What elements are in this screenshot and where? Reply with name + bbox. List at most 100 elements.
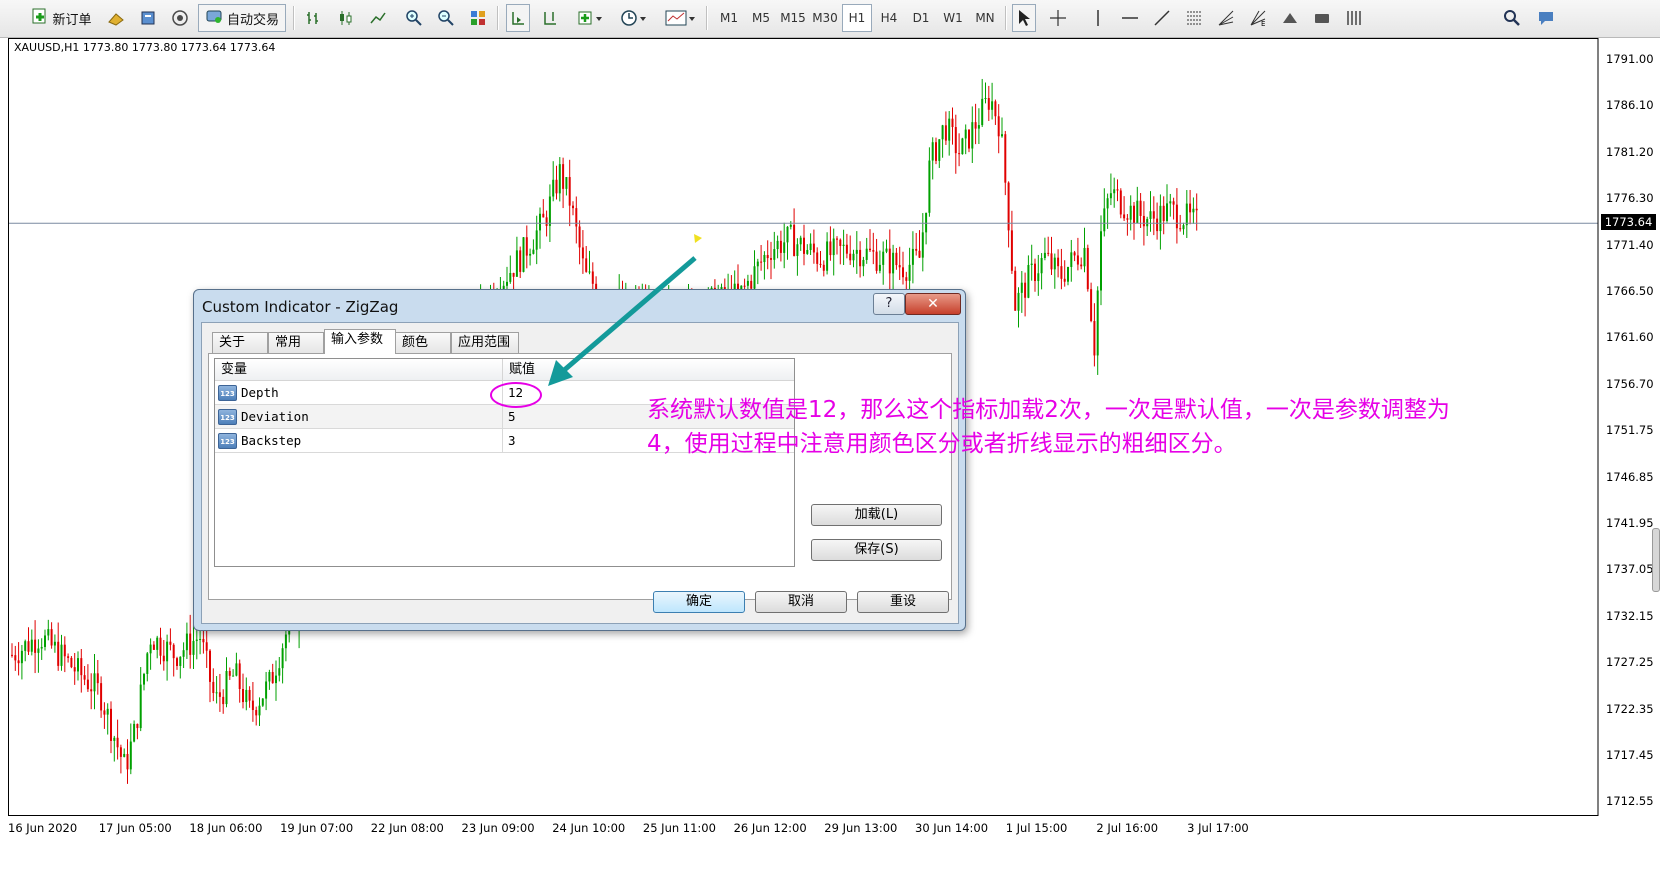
candle-body <box>1175 204 1178 229</box>
candle-body <box>199 638 202 640</box>
candle-body <box>1106 198 1109 209</box>
candle-body <box>63 644 66 657</box>
candle-body <box>24 641 27 651</box>
dialog-title: Custom Indicator - ZigZag <box>202 298 399 316</box>
candle-body <box>1043 252 1046 258</box>
tab-visualization[interactable]: 应用范围 <box>451 332 519 353</box>
candle-body <box>591 271 594 284</box>
candle-body <box>149 644 152 654</box>
candle-body <box>548 196 551 226</box>
help-button[interactable]: ? <box>873 293 905 315</box>
candle-body <box>753 266 756 289</box>
candle-body <box>746 280 749 286</box>
candle-body <box>766 254 769 259</box>
candle-body <box>70 657 73 668</box>
candle-body <box>143 673 145 685</box>
candle-body <box>1100 231 1102 291</box>
time-axis-label: 26 Jun 12:00 <box>733 821 807 835</box>
candle-body <box>1024 282 1027 298</box>
candle-body <box>1146 218 1149 227</box>
candle-body <box>578 226 581 248</box>
candle-body <box>232 675 235 677</box>
time-axis-label: 3 Jul 17:00 <box>1187 821 1249 835</box>
price-axis-label: 1776.30 <box>1606 191 1654 206</box>
candle-body <box>529 253 532 256</box>
tab-common[interactable]: 常用 <box>268 332 324 353</box>
time-axis-label: 25 Jun 11:00 <box>642 821 716 835</box>
candle-body <box>1103 208 1106 232</box>
candle-body <box>872 250 875 252</box>
candle-body <box>268 671 271 682</box>
column-header-value[interactable]: 赋值 <box>503 359 794 381</box>
candle-body <box>816 252 819 264</box>
candle-body <box>1166 203 1168 221</box>
candle-body <box>793 224 796 256</box>
price-axis-label: 1781.20 <box>1606 144 1654 159</box>
param-value[interactable]: 3 <box>508 429 516 453</box>
candle-body <box>1014 270 1017 311</box>
candle-body <box>159 637 162 656</box>
candle-body <box>162 655 165 662</box>
candle-body <box>86 679 89 690</box>
candle-body <box>997 116 1000 137</box>
column-header-variable[interactable]: 变量 <box>215 359 503 381</box>
candle-body <box>974 122 977 129</box>
candle-body <box>773 249 776 260</box>
candle-body <box>100 683 103 711</box>
candle-body <box>789 224 792 227</box>
tab-about[interactable]: 关于 <box>212 332 268 353</box>
candle-body <box>905 277 908 281</box>
candle-body <box>750 280 753 289</box>
candle-body <box>1123 214 1126 219</box>
candle-body <box>44 635 46 647</box>
candle-body <box>136 723 139 729</box>
reset-button[interactable]: 重设 <box>857 591 949 613</box>
candle-body <box>53 641 56 646</box>
candle-body <box>1142 215 1145 227</box>
candle-body <box>1037 273 1040 282</box>
candle-body <box>918 250 921 258</box>
tab-input-parameters[interactable]: 输入参数 <box>324 329 396 354</box>
time-axis-label: 23 Jun 09:00 <box>461 821 535 835</box>
tab-colors[interactable]: 颜色 <box>395 332 451 353</box>
candle-body <box>152 644 155 650</box>
candle-body <box>581 247 584 259</box>
candle-body <box>545 217 548 226</box>
cancel-button[interactable]: 取消 <box>755 591 847 613</box>
chart-scrollbar[interactable] <box>1652 528 1660 592</box>
save-button[interactable]: 保存(S) <box>811 539 942 561</box>
close-button[interactable]: ✕ <box>905 293 961 315</box>
candle-body <box>222 696 225 705</box>
symbol-info: XAUUSD,H1 1773.80 1773.80 1773.64 1773.6… <box>14 41 276 54</box>
candle-body <box>869 248 871 251</box>
candle-body <box>146 653 149 674</box>
candle-body <box>1129 205 1132 220</box>
candle-body <box>944 125 947 141</box>
candle-body <box>882 251 885 265</box>
price-axis-label: 1737.05 <box>1606 562 1654 577</box>
candle-body <box>106 708 109 715</box>
candle-body <box>77 658 79 672</box>
candle-body <box>209 650 211 682</box>
param-value[interactable]: 5 <box>508 405 516 429</box>
candle-body <box>822 264 825 271</box>
dialog-body: 关于 常用 输入参数 颜色 应用范围 变量 赋值 123 Depth 12 12… <box>201 322 959 624</box>
candle-body <box>1067 266 1069 282</box>
candle-body <box>977 125 980 129</box>
candle-body <box>539 213 541 231</box>
candle-body <box>760 261 763 263</box>
ok-button[interactable]: 确定 <box>653 591 745 613</box>
candle-body <box>512 272 515 277</box>
candle-body <box>30 639 33 652</box>
candle-body <box>1090 289 1093 322</box>
candle-body <box>1040 257 1043 274</box>
candle-body <box>1086 247 1089 290</box>
load-button[interactable]: 加载(L) <box>811 504 942 526</box>
candle-body <box>110 708 112 741</box>
candle-body <box>265 681 268 699</box>
candle-body <box>37 648 40 653</box>
candle-body <box>961 138 964 155</box>
candle-body <box>172 644 175 659</box>
candle-body <box>215 692 218 694</box>
candle-body <box>515 250 518 277</box>
